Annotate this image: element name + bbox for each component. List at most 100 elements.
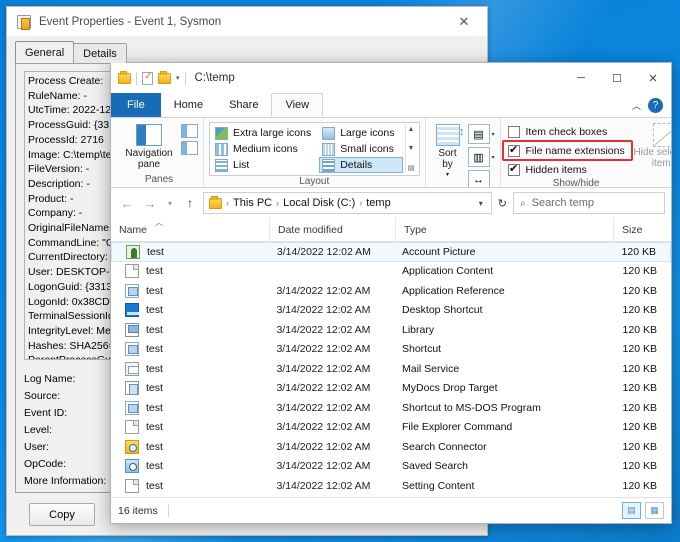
view-toggles: ▤ ▦	[622, 502, 664, 519]
checkbox-file-name-extensions[interactable]: File name extensions	[506, 142, 627, 159]
checkbox-icon[interactable]	[507, 143, 520, 157]
table-row[interactable]: test 3/14/2022 12:02 AM Setting Content 120…	[111, 476, 671, 496]
tab-general[interactable]: General	[15, 41, 75, 63]
column-header-type[interactable]: Type	[395, 217, 613, 242]
sort-by-button[interactable]: Sort by ▾	[431, 122, 465, 181]
tab-home[interactable]: Home	[161, 93, 216, 117]
file-list[interactable]: test 3/14/2022 12:02 AM Account Picture 120…	[111, 242, 671, 497]
add-columns-icon[interactable]: ▤	[467, 124, 490, 144]
chevron-down-icon[interactable]: ▾	[446, 170, 449, 181]
chevron-down-icon[interactable]: ▾	[474, 199, 488, 208]
layout-details[interactable]: Details	[319, 157, 403, 173]
divider	[184, 71, 186, 85]
chevron-down-icon[interactable]: ▾	[492, 154, 495, 161]
up-arrow-icon[interactable]: ↑	[180, 196, 200, 210]
ribbon-tabs: File Home Share View ︿ ?	[111, 93, 671, 117]
checkbox-hidden-items[interactable]: Hidden items	[506, 161, 627, 178]
checkbox-icon[interactable]	[507, 162, 520, 176]
chevron-down-icon[interactable]: ▾	[176, 74, 180, 82]
layout-extra-large-icons[interactable]: Extra large icons	[212, 125, 319, 141]
chevron-up-icon[interactable]: ︿	[632, 99, 641, 112]
cell-name: test	[111, 322, 268, 337]
scroll-up-icon[interactable]: ▲	[408, 126, 415, 133]
hide-selected-items-label: Hide selected items	[633, 147, 671, 169]
forward-arrow-icon[interactable]: →	[140, 196, 160, 211]
breadcrumb[interactable]: › This PC › Local Disk (C:) › temp ▾	[203, 192, 492, 214]
table-row[interactable]: test Application Content 120 KB	[111, 262, 671, 282]
file-name: test	[146, 304, 163, 317]
layout-list[interactable]: List	[212, 157, 319, 173]
cell-type: File Explorer Command	[401, 421, 513, 434]
table-row[interactable]: test 3/14/2022 12:02 AM Mail Service 120 KB	[111, 359, 671, 379]
checkbox-item-check-boxes[interactable]: Item check boxes	[506, 123, 627, 140]
breadcrumb-this-pc[interactable]: This PC	[233, 197, 272, 209]
layout-large-icons[interactable]: Large icons	[319, 125, 402, 141]
properties-icon[interactable]	[142, 71, 153, 85]
cell-date-modified: 3/14/2022 12:02 AM	[276, 382, 371, 395]
table-row[interactable]: test 3/14/2022 12:02 AM MyDocs Drop Target…	[111, 379, 671, 399]
document-icon	[125, 478, 139, 493]
scroll-down-icon[interactable]: ▼	[408, 145, 415, 152]
tab-details[interactable]: Details	[73, 43, 127, 63]
small-icons-icon	[322, 142, 336, 156]
table-row[interactable]: test3/14/2022 12:02 AMInternet Shortcut1…	[111, 496, 671, 498]
library-icon	[125, 322, 139, 337]
table-row[interactable]: test 3/14/2022 12:02 AM Library 120 KB	[111, 320, 671, 340]
column-header-size[interactable]: Size	[613, 217, 661, 242]
search-input[interactable]: ⌕ Search temp	[513, 192, 665, 214]
cell-type: Mail Service	[401, 362, 460, 375]
table-row[interactable]: test 3/14/2022 12:02 AM Desktop Shortcut 12…	[111, 301, 671, 321]
column-label: Name	[119, 223, 148, 236]
group-label-show-hide: Show/hide	[552, 178, 600, 188]
group-by-icon[interactable]: ▥	[467, 147, 490, 167]
recent-locations-icon[interactable]: ▾	[163, 199, 177, 208]
table-row[interactable]: test 3/14/2022 12:02 AM Shortcut 120 KB	[111, 340, 671, 360]
minimize-button[interactable]: ─	[563, 63, 599, 93]
tab-share[interactable]: Share	[216, 93, 271, 117]
layout-gallery-scrollbar[interactable]: ▲ ▼ ▤	[404, 125, 417, 173]
ribbon-group-panes: Navigation pane Panes	[115, 118, 203, 187]
table-row[interactable]: test 3/14/2022 12:02 AM Shortcut to MS-DOS…	[111, 398, 671, 418]
large-icons-view-toggle[interactable]: ▦	[645, 502, 664, 519]
cell-date-modified: 3/14/2022 12:02 AM	[276, 421, 371, 434]
maximize-button[interactable]: ☐	[599, 63, 635, 93]
details-pane-icon[interactable]	[181, 141, 198, 155]
breadcrumb-temp[interactable]: temp	[366, 197, 390, 209]
file-name: test	[146, 421, 163, 434]
cell-type: Setting Content	[401, 479, 475, 492]
column-header-name[interactable]: Name ︿	[111, 218, 269, 242]
layout-medium-icons[interactable]: Medium icons	[212, 141, 319, 157]
new-folder-icon[interactable]	[158, 71, 171, 84]
file-name: test	[146, 362, 163, 375]
help-icon[interactable]: ?	[648, 97, 663, 113]
close-button[interactable]: ✕	[635, 63, 671, 93]
copy-button[interactable]: Copy	[29, 503, 95, 526]
breadcrumb-local-disk[interactable]: Local Disk (C:)	[283, 197, 355, 209]
table-row[interactable]: test 3/14/2022 12:02 AM File Explorer Comm…	[111, 418, 671, 438]
navigation-pane-button[interactable]: Navigation pane	[120, 122, 178, 170]
cell-size: 120 KB	[622, 401, 657, 414]
close-icon[interactable]: ✕	[443, 8, 485, 36]
cell-type: Desktop Shortcut	[401, 304, 483, 317]
size-all-columns-icon[interactable]: ↔	[467, 170, 490, 187]
preview-pane-icon[interactable]	[181, 124, 198, 138]
cell-name: test	[111, 264, 268, 279]
details-view-toggle[interactable]: ▤	[622, 502, 641, 519]
checkbox-icon[interactable]	[507, 125, 520, 138]
layout-small-icons[interactable]: Small icons	[319, 141, 402, 157]
folder-icon[interactable]	[118, 71, 131, 84]
refresh-icon[interactable]: ↻	[495, 197, 510, 210]
table-row[interactable]: test 3/14/2022 12:02 AM Search Connector 12…	[111, 437, 671, 457]
cell-date-modified: 3/14/2022 12:02 AM	[276, 245, 371, 258]
column-header-date-modified[interactable]: Date modified	[269, 217, 395, 242]
scroll-more-icon[interactable]: ▤	[408, 164, 415, 172]
back-arrow-icon[interactable]: ←	[117, 196, 137, 211]
chevron-down-icon[interactable]: ▾	[492, 131, 495, 138]
table-row[interactable]: test 3/14/2022 12:02 AM Application Refere…	[111, 281, 671, 301]
explorer-titlebar[interactable]: ▾ C:\temp ─ ☐ ✕	[111, 63, 671, 93]
tab-view[interactable]: View	[271, 93, 324, 117]
tab-file[interactable]: File	[111, 93, 161, 117]
table-row[interactable]: test 3/14/2022 12:02 AM Account Picture 120…	[111, 242, 671, 262]
table-row[interactable]: test 3/14/2022 12:02 AM Saved Search 120 KB	[111, 457, 671, 477]
cell-type: Shortcut	[401, 343, 442, 356]
